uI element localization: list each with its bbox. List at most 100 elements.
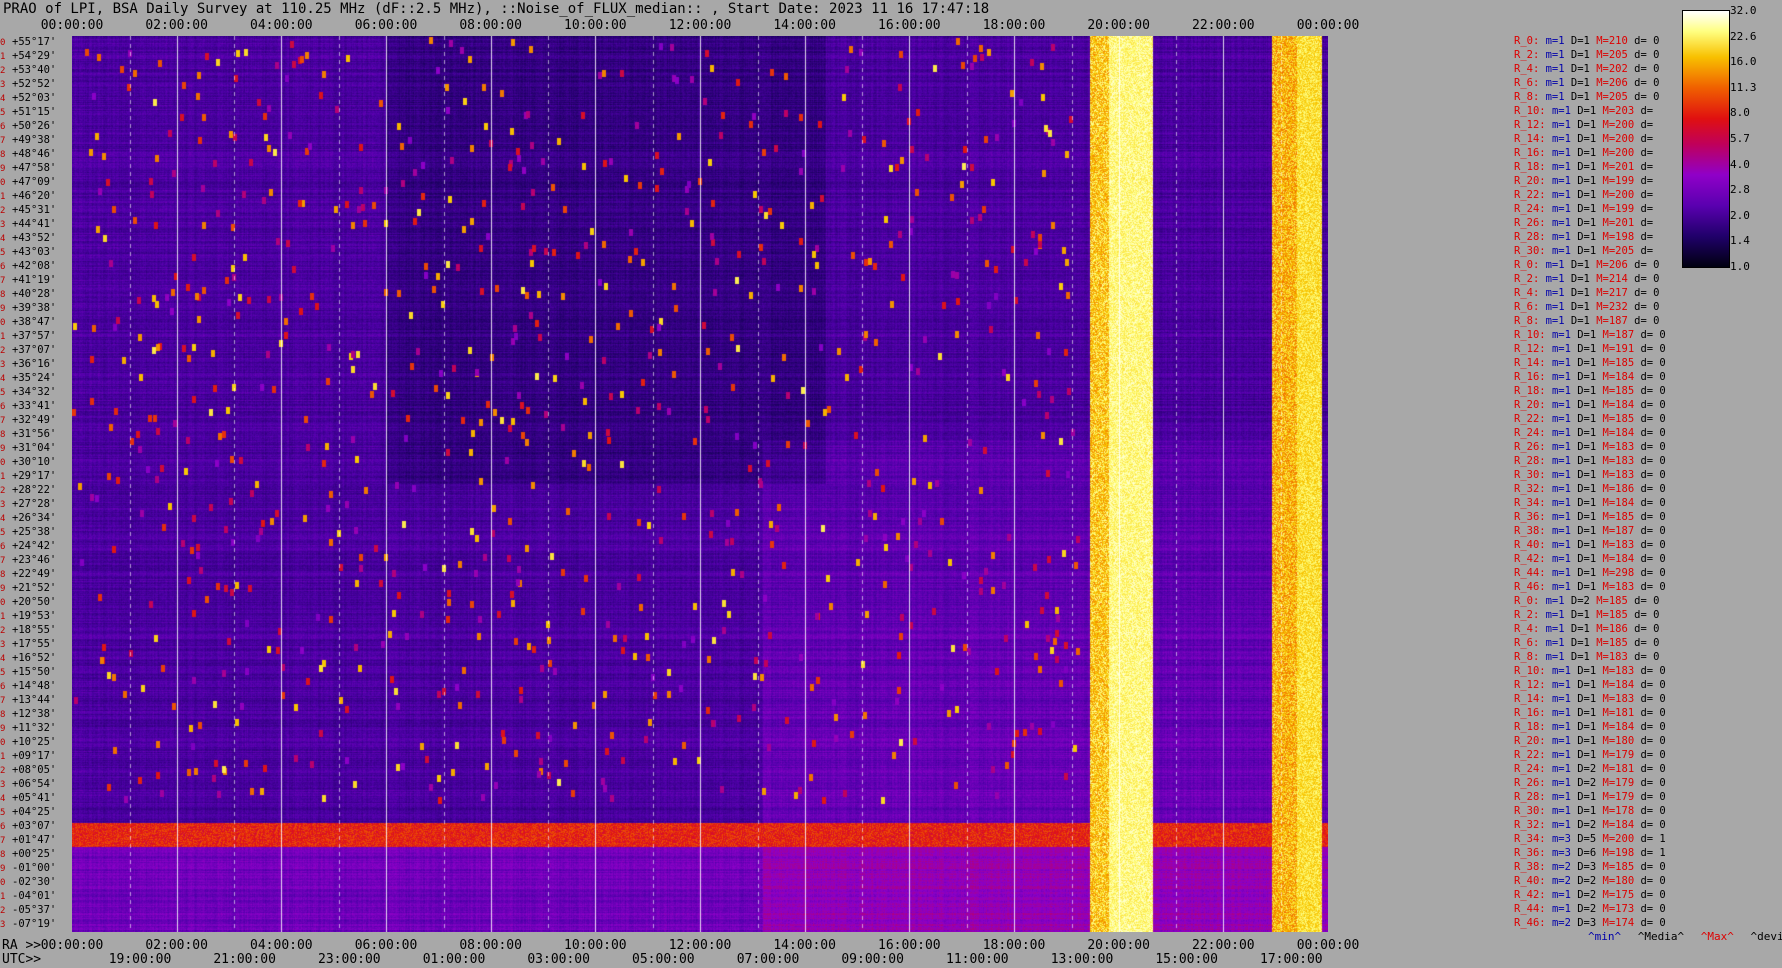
stats-row: R_20: m=1 D=1 M=180 d= 0: [1514, 735, 1666, 747]
stats-row: R_34: m=1 D=1 M=184 d= 0: [1514, 497, 1666, 509]
dec-label: 0 +47°09': [0, 176, 57, 188]
stats-row: R_4: m=1 D=1 M=202 d= 0: [1514, 63, 1660, 75]
colorbar: [1682, 10, 1730, 268]
dec-label: 4 +16°52': [0, 652, 57, 664]
stats-row: R_8: m=1 D=1 M=205 d= 0: [1514, 91, 1660, 103]
dec-label: 8 +48°46': [0, 148, 57, 160]
dec-label: 4 +43°52': [0, 232, 57, 244]
utc-axis-bottom: 19:00:00 21:00:00 23:00:00 01:00:00 03:00:00…: [0, 952, 1782, 968]
dec-label: 6 +42°08': [0, 260, 57, 272]
stats-row: R_4: m=1 D=1 M=186 d= 0: [1514, 623, 1660, 635]
dec-label: 8 +40°28': [0, 288, 57, 300]
ra-tick-label: 00:00:00: [1296, 938, 1360, 953]
dec-label: 8 +22°49': [0, 568, 57, 580]
dec-label: 3 +17°55': [0, 638, 57, 650]
utc-tick-label: 09:00:00: [841, 952, 904, 967]
colorbar-tick: 22.6: [1730, 29, 1757, 43]
legend-max: ^Max^: [1700, 930, 1734, 943]
stats-row: R_46: m=2 D=3 M=174 d= 0: [1514, 917, 1666, 929]
stats-row: R_24: m=1 D=1 M=199 d=: [1514, 203, 1654, 215]
stats-row: R_26: m=1 D=2 M=179 d= 0: [1514, 777, 1666, 789]
dec-label: 3 +44°41': [0, 218, 57, 230]
stats-row: R_4: m=1 D=1 M=217 d= 0: [1514, 287, 1660, 299]
colorbar-ticks: 32.0 22.6 16.0 11.3 8.0 5.7 4.0 2.8 2.0 1.4 1.0: [1730, 4, 1782, 274]
stats-row: R_22: m=1 D=1 M=185 d= 0: [1514, 413, 1666, 425]
colorbar-tick: 32.0: [1730, 4, 1757, 17]
dec-label: 9 -01°00': [0, 862, 57, 874]
utc-tick-label: 05:00:00: [632, 952, 695, 967]
dec-label: 4 +35°24': [0, 372, 57, 384]
stats-row: R_28: m=1 D=1 M=198 d=: [1514, 231, 1654, 243]
utc-tick-label: 11:00:00: [946, 952, 1009, 967]
stats-row: R_42: m=1 D=2 M=175 d= 0: [1514, 889, 1666, 901]
ra-tick-label: 04:00:00: [250, 18, 313, 33]
colorbar-tick: 1.4: [1730, 234, 1750, 248]
stats-row: R_30: m=1 D=1 M=183 d= 0: [1514, 469, 1666, 481]
colorbar-tick: 1.0: [1730, 260, 1750, 273]
utc-tick-label: 17:00:00: [1260, 952, 1323, 967]
stats-row: R_46: m=1 D=1 M=183 d= 0: [1514, 581, 1666, 593]
dec-label: 0 -02°30': [0, 876, 57, 888]
dec-label: 9 +39°38': [0, 302, 57, 314]
ra-tick-label: 12:00:00: [668, 18, 732, 33]
colorbar-tick: 11.3: [1730, 80, 1757, 94]
stats-row: R_2: m=1 D=1 M=214 d= 0: [1514, 273, 1660, 285]
dec-label: 2 +18°55': [0, 624, 57, 636]
stats-row: R_36: m=3 D=6 M=198 d= 1: [1514, 847, 1666, 859]
stats-row: R_8: m=1 D=1 M=187 d= 0: [1514, 315, 1660, 327]
stats-row: R_12: m=1 D=1 M=200 d=: [1514, 119, 1654, 131]
utc-tick-label: 19:00:00: [108, 952, 172, 967]
ra-tick-label: 08:00:00: [459, 18, 522, 33]
ra-tick-label: 02:00:00: [145, 18, 208, 33]
stats-row: R_24: m=1 D=1 M=184 d= 0: [1514, 427, 1666, 439]
dec-label: 2 +28°22': [0, 484, 57, 496]
utc-tick-label: 07:00:00: [736, 952, 800, 967]
stats-row: R_40: m=2 D=2 M=180 d= 0: [1514, 875, 1666, 887]
stats-row: R_2: m=1 D=1 M=205 d= 0: [1514, 49, 1660, 61]
dec-label: 1 +37°57': [0, 330, 57, 342]
stats-row: R_16: m=1 D=1 M=184 d= 0: [1514, 371, 1666, 383]
dec-label: 9 +31°04': [0, 442, 57, 454]
dec-label: 5 +25°38': [0, 526, 57, 538]
stats-row: R_24: m=1 D=2 M=181 d= 0: [1514, 763, 1666, 775]
dec-label: 5 +15°50': [0, 666, 57, 678]
colorbar-tick: 4.0: [1730, 157, 1750, 171]
ra-tick-label: 20:00:00: [1087, 18, 1150, 33]
stats-row: R_8: m=1 D=1 M=183 d= 0: [1514, 651, 1660, 663]
colorbar-tick: 2.8: [1730, 183, 1750, 197]
dec-label: 4 +05°41': [0, 792, 57, 804]
ra-tick-label: 00:00:00: [40, 18, 104, 33]
heatmap-canvas: [72, 36, 1328, 932]
chart-title: PRAO of LPI, BSA Daily Survey at 110.25 …: [3, 1, 990, 17]
dec-label: 7 +13°44': [0, 694, 57, 706]
dec-label: 3 +27°28': [0, 498, 57, 510]
dec-label: 8 +00°25': [0, 848, 57, 860]
utc-tick-label: 23:00:00: [318, 952, 381, 967]
dec-label: 1 +29°17': [0, 470, 57, 482]
dec-label: 4 +52°03': [0, 92, 57, 104]
ra-tick-label: 02:00:00: [145, 938, 208, 953]
stats-column: R_0: m=1 D=1 M=210 d= 0 R_2: m=1 D=1 M=2…: [1514, 34, 1684, 930]
legend-min: ^min^: [1588, 930, 1622, 943]
stats-row: R_38: m=2 D=3 M=185 d= 0: [1514, 861, 1666, 873]
dec-label: 2 +45°31': [0, 204, 57, 216]
stats-row: R_0: m=1 D=2 M=185 d= 0: [1514, 595, 1660, 607]
ra-tick-label: 18:00:00: [982, 18, 1046, 33]
legend-devia: ^devia^: [1750, 930, 1782, 943]
stats-row: R_22: m=1 D=1 M=179 d= 0: [1514, 749, 1666, 761]
stats-row: R_6: m=1 D=1 M=206 d= 0: [1514, 77, 1660, 89]
dec-label: 1 +54°29': [0, 50, 57, 62]
ra-tick-label: 10:00:00: [564, 18, 627, 33]
dec-label: 5 +04°25': [0, 806, 57, 818]
stats-row: R_14: m=1 D=1 M=185 d= 0: [1514, 357, 1666, 369]
stats-row: R_28: m=1 D=1 M=179 d= 0: [1514, 791, 1666, 803]
utc-tick-label: 21:00:00: [213, 952, 276, 967]
ra-tick-label: 22:00:00: [1192, 938, 1255, 953]
colorbar-tick: 16.0: [1730, 55, 1757, 69]
dec-label: 0 +55°17': [0, 36, 57, 48]
dec-label: 9 +47°58': [0, 162, 57, 174]
dec-label: 8 +12°38': [0, 708, 57, 720]
dec-label: 5 +43°03': [0, 246, 57, 258]
ra-tick-label: 00:00:00: [40, 938, 104, 953]
dec-label: 7 +32°49': [0, 414, 57, 426]
